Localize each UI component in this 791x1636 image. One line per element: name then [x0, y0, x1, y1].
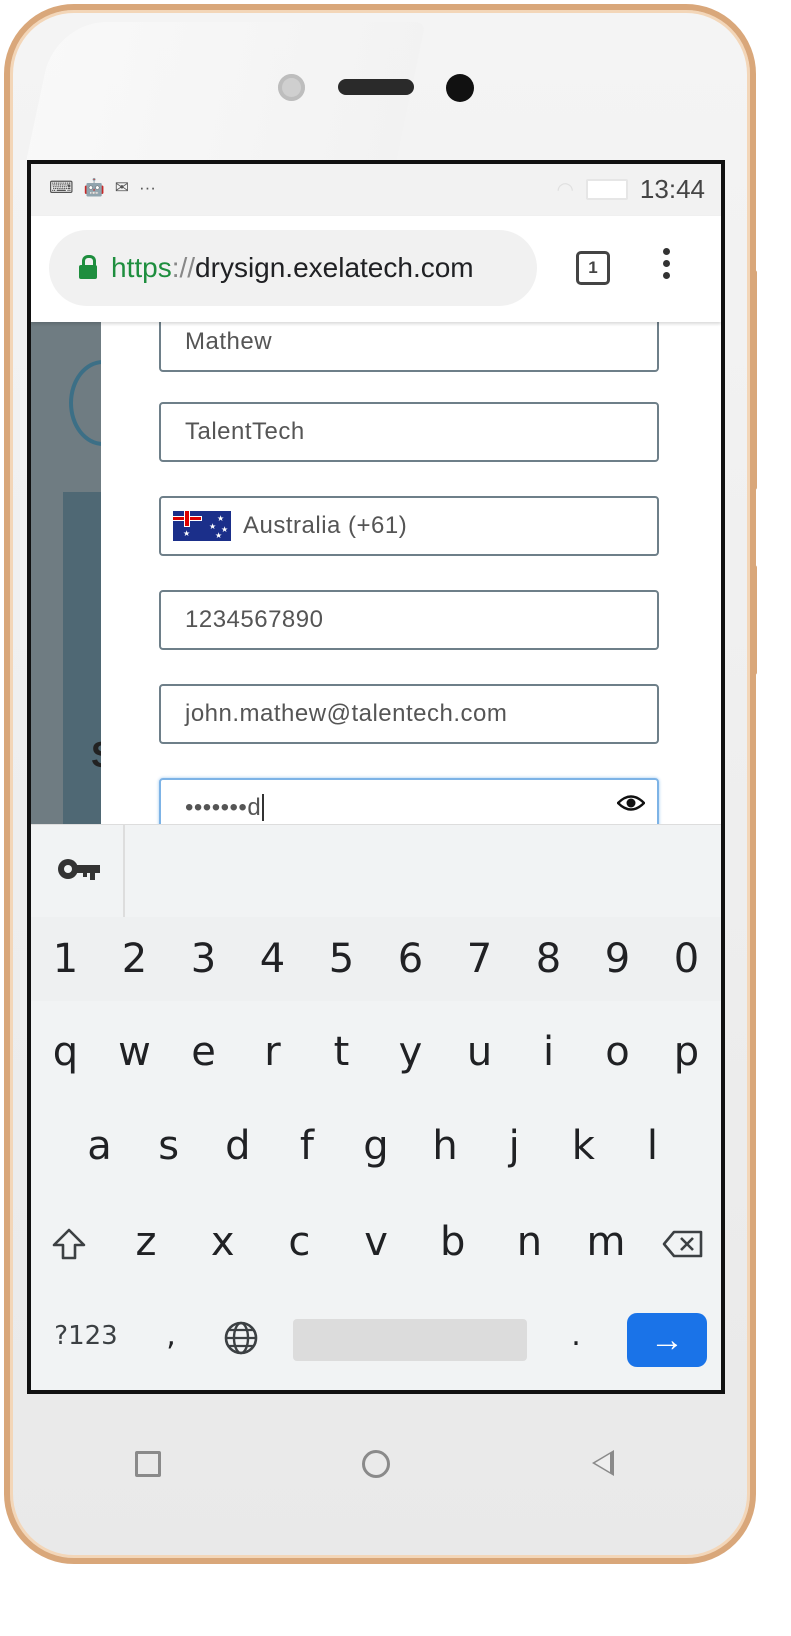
- company-field[interactable]: TalentTech: [159, 402, 659, 462]
- android-icon: 🤖: [83, 178, 105, 197]
- status-bar: ⌨ 🤖 ✉ ··· ◠ 13:44: [31, 164, 721, 216]
- key-p[interactable]: p: [652, 1007, 721, 1097]
- key-9[interactable]: 9: [583, 917, 652, 1001]
- shift-key[interactable]: [31, 1197, 108, 1287]
- key-t[interactable]: t: [307, 1007, 376, 1097]
- address-bar[interactable]: https://drysign.exelatech.com: [49, 230, 537, 306]
- key-l[interactable]: l: [618, 1101, 687, 1191]
- key-w[interactable]: w: [100, 1007, 169, 1097]
- backspace-key[interactable]: [644, 1197, 721, 1287]
- back-button[interactable]: [592, 1450, 614, 1476]
- key-r[interactable]: r: [238, 1007, 307, 1097]
- key-b[interactable]: b: [414, 1197, 491, 1287]
- keyboard-icon: ⌨: [49, 178, 74, 197]
- arrow-right-icon: →: [650, 1321, 684, 1359]
- key-i[interactable]: i: [514, 1007, 583, 1097]
- key-m[interactable]: m: [568, 1197, 645, 1287]
- wifi-icon: ◠: [556, 179, 574, 201]
- keyboard-suggestion-strip: [31, 825, 721, 918]
- comma-key[interactable]: ,: [141, 1291, 201, 1381]
- url-text[interactable]: https://drysign.exelatech.com: [111, 252, 511, 284]
- keyboard-row-1: qwertyuiop: [31, 1007, 721, 1097]
- key-h[interactable]: h: [411, 1101, 480, 1191]
- key-5[interactable]: 5: [307, 917, 376, 1001]
- lock-icon[interactable]: [79, 255, 97, 279]
- key-d[interactable]: d: [203, 1101, 272, 1191]
- key-c[interactable]: c: [261, 1197, 338, 1287]
- dimmed-background: S: [31, 322, 137, 832]
- key-6[interactable]: 6: [376, 917, 445, 1001]
- enter-key[interactable]: →: [627, 1313, 707, 1367]
- soft-keyboard: 1234567890 qwertyuiop asdfghjkl zxcvbnm …: [31, 824, 721, 1390]
- password-value: •••••••d: [185, 794, 265, 822]
- recent-apps-button[interactable]: [135, 1451, 161, 1477]
- key-z[interactable]: z: [108, 1197, 185, 1287]
- home-button[interactable]: [362, 1450, 390, 1478]
- email-field[interactable]: john.mathew@talentech.com: [159, 684, 659, 744]
- period-key[interactable]: .: [531, 1291, 621, 1381]
- gmail-icon: ✉: [114, 178, 129, 197]
- australia-flag-icon: ★ ★ ★ ★ ★: [173, 511, 231, 541]
- key-u[interactable]: u: [445, 1007, 514, 1097]
- key-o[interactable]: o: [583, 1007, 652, 1097]
- volume-button: [752, 270, 757, 490]
- web-page: S Mathew TalentTech ★ ★ ★ ★ ★ Australia …: [31, 312, 721, 838]
- browser-toolbar: https://drysign.exelatech.com 1: [31, 216, 721, 322]
- country-code-select[interactable]: ★ ★ ★ ★ ★ Australia (+61): [159, 496, 659, 556]
- password-key-icon[interactable]: [57, 855, 101, 883]
- key-a[interactable]: a: [65, 1101, 134, 1191]
- proximity-sensor: [278, 74, 305, 101]
- symbols-key[interactable]: ?123: [31, 1291, 141, 1381]
- clock: 13:44: [639, 174, 705, 204]
- key-f[interactable]: f: [272, 1101, 341, 1191]
- key-2[interactable]: 2: [100, 917, 169, 1001]
- key-x[interactable]: x: [184, 1197, 261, 1287]
- key-7[interactable]: 7: [445, 917, 514, 1001]
- keyboard-row-2: asdfghjkl: [31, 1101, 721, 1191]
- key-k[interactable]: k: [549, 1101, 618, 1191]
- power-button: [752, 565, 757, 675]
- language-key[interactable]: [201, 1291, 281, 1381]
- key-j[interactable]: j: [480, 1101, 549, 1191]
- key-0[interactable]: 0: [652, 917, 721, 1001]
- phone-screen: ⌨ 🤖 ✉ ··· ◠ 13:44 https://drysign.exelat…: [27, 160, 725, 1394]
- background-panel: [63, 492, 101, 832]
- battery-icon: [585, 179, 628, 200]
- key-q[interactable]: q: [31, 1007, 100, 1097]
- key-s[interactable]: s: [134, 1101, 203, 1191]
- front-camera: [446, 74, 474, 102]
- more-notifications-icon: ···: [138, 178, 156, 197]
- key-v[interactable]: v: [338, 1197, 415, 1287]
- number-row: 1234567890: [31, 917, 721, 1001]
- tab-switcher-button[interactable]: 1: [576, 251, 610, 285]
- show-password-icon[interactable]: [617, 794, 645, 812]
- key-e[interactable]: e: [169, 1007, 238, 1097]
- earpiece-speaker: [338, 79, 414, 95]
- key-y[interactable]: y: [376, 1007, 445, 1097]
- key-1[interactable]: 1: [31, 917, 100, 1001]
- key-8[interactable]: 8: [514, 917, 583, 1001]
- space-key[interactable]: [293, 1319, 527, 1361]
- key-3[interactable]: 3: [169, 917, 238, 1001]
- key-g[interactable]: g: [341, 1101, 410, 1191]
- overflow-menu-icon[interactable]: [663, 248, 671, 284]
- phone-field[interactable]: 1234567890: [159, 590, 659, 650]
- signup-form: Mathew TalentTech ★ ★ ★ ★ ★ Australia (+…: [101, 312, 721, 838]
- keyboard-row-3: zxcvbnm: [31, 1197, 721, 1287]
- key-n[interactable]: n: [491, 1197, 568, 1287]
- key-4[interactable]: 4: [238, 917, 307, 1001]
